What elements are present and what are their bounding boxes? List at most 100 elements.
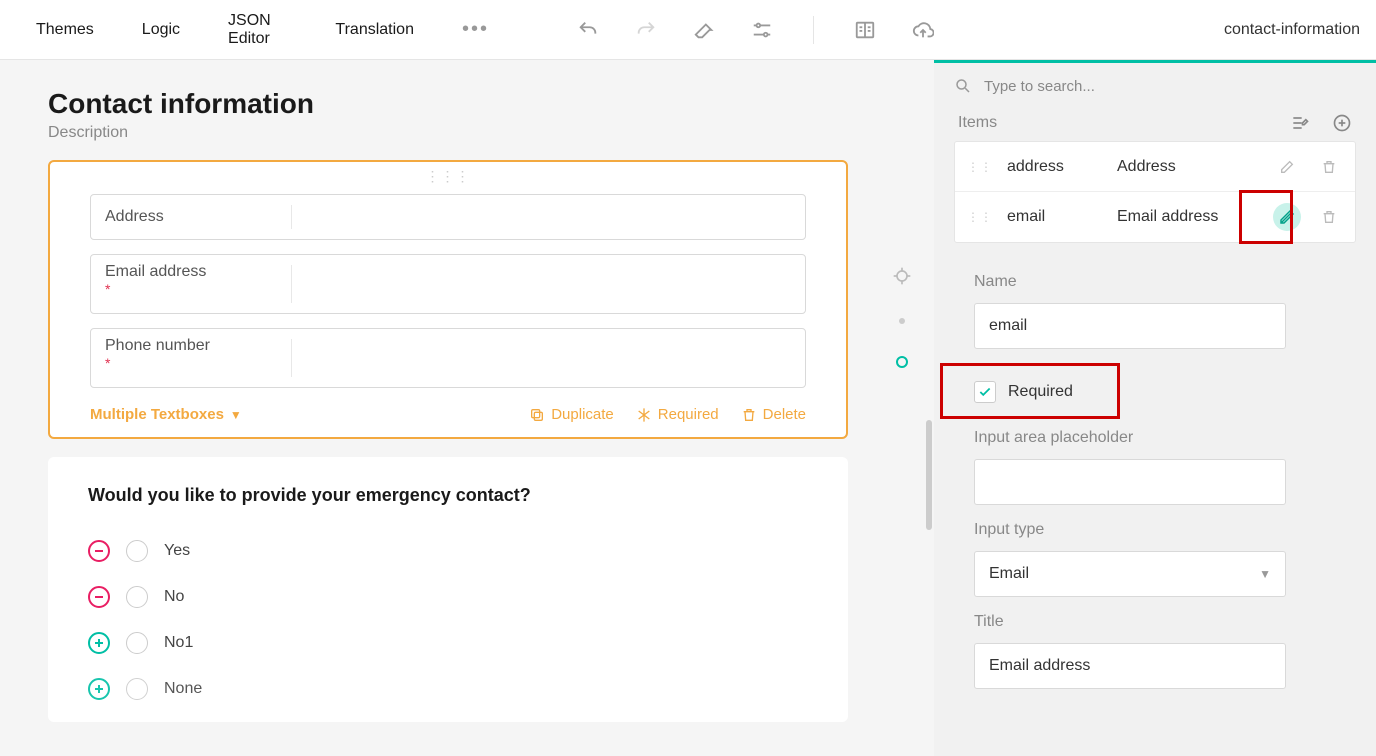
field-email[interactable]: Email address * [90, 254, 806, 314]
title-input[interactable] [974, 643, 1286, 689]
field-divider [291, 205, 292, 229]
question-type-selector[interactable]: Multiple Textboxes ▼ [90, 406, 242, 423]
search-icon [954, 77, 972, 95]
settings-icon[interactable] [751, 19, 773, 41]
tab-json-editor[interactable]: JSON Editor [228, 12, 287, 48]
option-row: None [88, 666, 808, 712]
tab-themes[interactable]: Themes [36, 21, 94, 39]
drag-handle-icon[interactable]: ⋮⋮ [967, 210, 993, 224]
tab-logic[interactable]: Logic [142, 21, 180, 39]
add-option-icon[interactable] [88, 632, 110, 654]
items-header-label: Items [958, 114, 997, 132]
chevron-down-icon: ▼ [1259, 567, 1271, 581]
top-left: Themes Logic JSON Editor Translation ••• [0, 12, 934, 48]
chevron-down-icon: ▼ [230, 408, 242, 422]
question-footer: Multiple Textboxes ▼ Duplicate Required … [50, 402, 846, 423]
items-list: ⋮⋮ address Address ⋮⋮ email Email addres… [954, 141, 1356, 243]
designer-canvas: Contact information Description ⋮⋮⋮ Addr… [0, 60, 934, 756]
tab-translation[interactable]: Translation [335, 21, 414, 39]
preview-icon[interactable] [854, 19, 876, 41]
field-label: Phone number [105, 337, 791, 355]
required-star-icon: * [105, 281, 791, 297]
delete-item-icon[interactable] [1315, 203, 1343, 231]
batch-edit-icon[interactable] [1290, 113, 1310, 133]
placeholder-label: Input area placeholder [974, 429, 1336, 447]
delete-item-icon[interactable] [1315, 153, 1343, 181]
eraser-icon[interactable] [693, 19, 715, 41]
highlight-box [1239, 190, 1293, 244]
option-row: No1 [88, 620, 808, 666]
page-title[interactable]: Contact information [48, 88, 898, 120]
item-key: address [1007, 158, 1103, 176]
drag-handle-icon[interactable]: ⋮⋮⋮ [50, 162, 846, 190]
panel-search[interactable]: Type to search... [934, 63, 1376, 105]
field-divider [291, 265, 292, 303]
option-label[interactable]: No [164, 588, 184, 606]
radio-input[interactable] [126, 586, 148, 608]
more-icon[interactable]: ••• [462, 18, 489, 41]
name-label: Name [974, 273, 1336, 291]
option-row: No [88, 574, 808, 620]
required-star-icon: * [105, 355, 791, 371]
input-type-value: Email [989, 565, 1029, 583]
remove-option-icon[interactable] [88, 586, 110, 608]
item-row-address[interactable]: ⋮⋮ address Address [955, 142, 1355, 192]
option-row: Yes [88, 528, 808, 574]
items-header: Items [934, 105, 1376, 141]
trash-icon [741, 407, 757, 423]
undo-icon[interactable] [577, 19, 599, 41]
question-multiple-textboxes[interactable]: ⋮⋮⋮ Address Email address * Phone number… [48, 160, 848, 439]
field-label: Email address [105, 263, 791, 281]
field-divider [291, 339, 292, 377]
add-item-icon[interactable] [1332, 113, 1352, 133]
locate-icon[interactable] [892, 266, 912, 286]
item-form: Name Required Input area placeholder Inp… [934, 243, 1376, 699]
question-title[interactable]: Would you like to provide your emergency… [88, 485, 808, 506]
search-placeholder: Type to search... [984, 78, 1095, 95]
duplicate-icon [529, 407, 545, 423]
option-label[interactable]: Yes [164, 542, 190, 560]
required-button[interactable]: Required [636, 406, 719, 423]
item-row-email[interactable]: ⋮⋮ email Email address [955, 192, 1355, 242]
radio-input[interactable] [126, 632, 148, 654]
question-radio[interactable]: Would you like to provide your emergency… [48, 457, 848, 722]
upload-icon[interactable] [912, 19, 934, 41]
option-label[interactable]: None [164, 680, 202, 698]
add-option-icon[interactable] [88, 678, 110, 700]
item-key: email [1007, 208, 1103, 226]
name-input[interactable] [974, 303, 1286, 349]
field-label: Address [105, 208, 791, 226]
survey-name[interactable]: contact-information [1224, 21, 1360, 39]
top-right: contact-information [934, 0, 1376, 59]
radio-input[interactable] [126, 540, 148, 562]
page-description[interactable]: Description [48, 124, 898, 142]
duplicate-button[interactable]: Duplicate [529, 406, 614, 423]
drag-handle-icon[interactable]: ⋮⋮ [967, 160, 993, 174]
page-dot-active[interactable] [896, 356, 908, 368]
radio-input[interactable] [126, 678, 148, 700]
asterisk-icon [636, 407, 652, 423]
title-label: Title [974, 613, 1336, 631]
highlight-box [940, 363, 1120, 419]
field-address[interactable]: Address [90, 194, 806, 240]
scrollbar[interactable] [926, 420, 932, 530]
delete-button[interactable]: Delete [741, 406, 806, 423]
property-panel: Type to search... Items ⋮⋮ address Addre… [934, 60, 1376, 756]
required-checkbox-row[interactable]: Required [974, 371, 1150, 413]
toolbar-divider [813, 16, 814, 44]
remove-option-icon[interactable] [88, 540, 110, 562]
field-phone[interactable]: Phone number * [90, 328, 806, 388]
top-bar: Themes Logic JSON Editor Translation ••• [0, 0, 1376, 60]
redo-icon[interactable] [635, 19, 657, 41]
question-type-label: Multiple Textboxes [90, 406, 224, 423]
input-type-label: Input type [974, 521, 1336, 539]
item-title: Email address [1117, 208, 1218, 226]
edit-item-icon[interactable] [1273, 153, 1301, 181]
option-label[interactable]: No1 [164, 634, 193, 652]
item-title: Address [1117, 158, 1176, 176]
input-type-select[interactable]: Email ▼ [974, 551, 1286, 597]
page-dot[interactable] [899, 318, 905, 324]
toolbar-icons [577, 16, 934, 44]
page-rail [892, 266, 912, 368]
placeholder-input[interactable] [974, 459, 1286, 505]
